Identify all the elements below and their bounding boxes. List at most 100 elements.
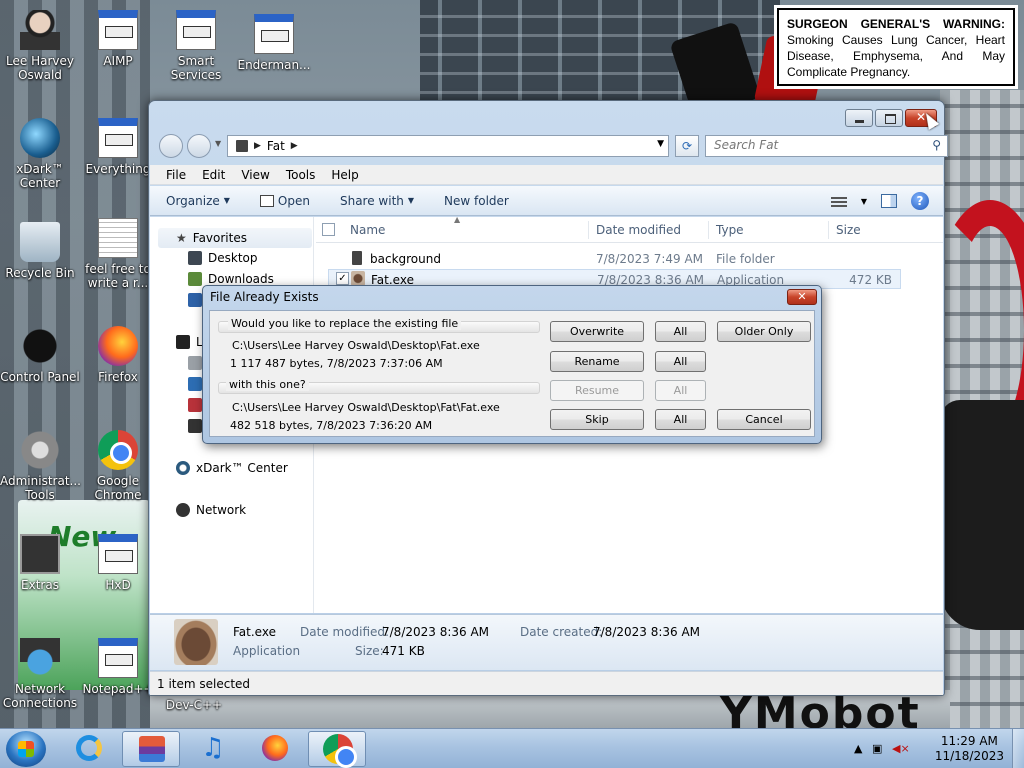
- new-file-path: C:\Users\Lee Harvey Oswald\Desktop\Fat\F…: [232, 401, 500, 414]
- select-all-checkbox[interactable]: [322, 223, 335, 236]
- desktop-icon-control-panel[interactable]: Control Panel: [0, 326, 80, 384]
- taskbar-archiver[interactable]: [122, 731, 180, 767]
- rename-all-button[interactable]: All: [655, 351, 706, 372]
- show-desktop-button[interactable]: [1012, 729, 1024, 768]
- column-divider[interactable]: [828, 221, 829, 239]
- firefox-icon: [98, 326, 138, 366]
- rename-button[interactable]: Rename: [550, 351, 644, 372]
- file-row-background[interactable]: background 7/8/2023 7:49 AM File folder: [328, 249, 901, 269]
- address-dropdown-icon[interactable]: ▼: [657, 139, 664, 149]
- desktop-icon-label: Dev-C++: [165, 698, 223, 712]
- minimize-button[interactable]: [845, 109, 873, 127]
- desktop-icon-notepad-plus-plus[interactable]: Notepad++: [78, 638, 158, 696]
- nav-desktop[interactable]: Desktop: [188, 251, 258, 265]
- taskbar-internet-explorer[interactable]: [60, 731, 118, 767]
- taskbar-chrome[interactable]: [308, 731, 366, 768]
- back-button[interactable]: [159, 134, 183, 158]
- nav-network[interactable]: Network: [176, 503, 246, 517]
- network-icon[interactable]: ▣: [872, 742, 886, 756]
- overwrite-all-button[interactable]: All: [655, 321, 706, 342]
- chevron-down-icon[interactable]: ▼: [861, 197, 867, 206]
- nav-library-pictures[interactable]: [188, 377, 202, 391]
- desktop-icon-google-chrome[interactable]: Google Chrome: [78, 430, 158, 502]
- nav-recent[interactable]: [188, 293, 202, 307]
- skip-button[interactable]: Skip: [550, 409, 644, 430]
- breadcrumb-separator-icon[interactable]: ▶: [291, 141, 298, 151]
- extras-icon: [20, 534, 60, 574]
- preview-pane-icon[interactable]: [881, 194, 897, 208]
- wallpaper-dark-shape: [940, 400, 1024, 630]
- recent-pages-chevron-icon[interactable]: ▼: [215, 139, 221, 148]
- desktop-icon-everything[interactable]: Everything: [78, 118, 158, 176]
- downloads-icon: [188, 272, 202, 286]
- desktop-icon-recycle-bin[interactable]: Recycle Bin: [0, 222, 80, 280]
- nav-library-documents[interactable]: [188, 356, 202, 370]
- taskbar-music-player[interactable]: ♫: [184, 731, 242, 767]
- desktop-icon-extras[interactable]: Extras: [0, 534, 80, 592]
- open-label: Open: [277, 193, 310, 208]
- forward-button[interactable]: [187, 134, 211, 158]
- desktop-icon-aimp[interactable]: AIMP: [78, 10, 158, 68]
- search-icon: ⚲: [932, 138, 941, 152]
- taskbar-firefox[interactable]: [246, 731, 304, 767]
- help-icon[interactable]: ?: [911, 192, 929, 210]
- column-type[interactable]: Type: [716, 223, 744, 237]
- new-folder-button[interactable]: New folder: [444, 194, 509, 208]
- details-size-label: Size:: [355, 644, 384, 658]
- refresh-button[interactable]: ⟳: [675, 135, 699, 157]
- maximize-button[interactable]: [875, 109, 903, 127]
- dialog-close-button[interactable]: ✕: [787, 289, 817, 305]
- desktop-icon-enderman[interactable]: Enderman...: [234, 14, 314, 72]
- column-divider[interactable]: [588, 221, 589, 239]
- column-date-modified[interactable]: Date modified: [596, 223, 681, 237]
- network-connections-icon: [20, 638, 60, 678]
- show-hidden-icons-icon[interactable]: ▲: [854, 742, 868, 756]
- pictures-icon: [188, 377, 202, 391]
- desktop-icon-label: Network Connections: [2, 682, 78, 710]
- desktop-icon-label: Control Panel: [0, 370, 80, 384]
- menu-tools[interactable]: Tools: [278, 168, 324, 182]
- desktop-icon-xdark-center[interactable]: xDark™ Center: [0, 118, 80, 190]
- desktop-icon-hxd[interactable]: HxD: [78, 534, 158, 592]
- desktop-icon-feel-free[interactable]: feel free to write a r...: [78, 218, 158, 290]
- xdark-icon: [20, 118, 60, 158]
- nav-favorites[interactable]: ★ Favorites: [158, 228, 312, 248]
- skip-all-button[interactable]: All: [655, 409, 706, 430]
- organize-button[interactable]: Organize ▼: [166, 194, 230, 208]
- menu-view[interactable]: View: [233, 168, 277, 182]
- overwrite-button[interactable]: Overwrite: [550, 321, 644, 342]
- breadcrumb-separator-icon[interactable]: ▶: [254, 141, 261, 151]
- view-options-icon[interactable]: [830, 195, 847, 207]
- volume-muted-icon[interactable]: ◀×: [892, 742, 910, 756]
- column-divider[interactable]: [708, 221, 709, 239]
- details-modified-value: 7/8/2023 8:36 AM: [382, 625, 490, 639]
- nav-library-music[interactable]: [188, 398, 202, 412]
- cancel-button[interactable]: Cancel: [717, 409, 811, 430]
- start-button[interactable]: [6, 731, 46, 767]
- column-size[interactable]: Size: [836, 223, 861, 237]
- menu-file[interactable]: File: [158, 168, 194, 182]
- row-checkbox[interactable]: ✓: [336, 272, 349, 285]
- nav-library-videos[interactable]: [188, 419, 202, 433]
- address-bar[interactable]: ▶ Fat ▶ ▼: [227, 135, 669, 157]
- clock[interactable]: 11:29 AM 11/18/2023: [935, 734, 1004, 764]
- desktop-icon-firefox[interactable]: Firefox: [78, 326, 158, 384]
- column-name[interactable]: Name: [350, 223, 385, 237]
- breadcrumb-fat[interactable]: Fat: [267, 139, 285, 153]
- open-button[interactable]: Open: [259, 193, 310, 208]
- desktop-icon-administrative-tools[interactable]: Administrat... Tools: [0, 430, 81, 502]
- share-with-button[interactable]: Share with ▼: [340, 194, 414, 208]
- nav-libraries[interactable]: L: [176, 335, 203, 349]
- nav-xdark-center[interactable]: xDark™ Center: [176, 461, 288, 475]
- desktop-icon-smart-services[interactable]: Smart Services: [156, 10, 236, 82]
- nav-downloads[interactable]: Downloads: [188, 272, 274, 286]
- desktop-icon-network-connections[interactable]: Network Connections: [0, 638, 80, 710]
- desktop-icon-dev-cpp[interactable]: Dev-C++: [154, 698, 234, 712]
- older-only-button[interactable]: Older Only: [717, 321, 811, 342]
- search-input[interactable]: Search Fat ⚲: [705, 135, 948, 157]
- recent-places-icon: [188, 293, 202, 307]
- archiver-icon: [139, 736, 165, 762]
- menu-help[interactable]: Help: [323, 168, 366, 182]
- desktop-icon-lee-harvey-oswald[interactable]: Lee Harvey Oswald: [0, 10, 80, 82]
- menu-edit[interactable]: Edit: [194, 168, 233, 182]
